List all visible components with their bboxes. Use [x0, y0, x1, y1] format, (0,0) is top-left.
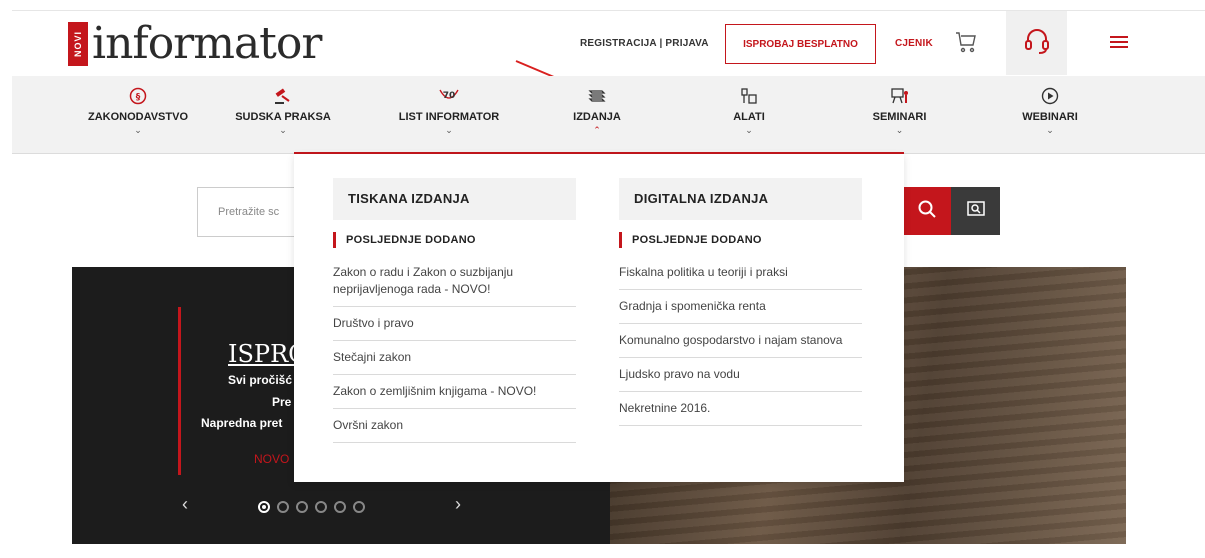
support-button[interactable]: [1006, 11, 1067, 75]
chevron-down-icon: ⌄: [745, 125, 753, 135]
recently-added-heading: POSLJEDNJE DODANO: [619, 232, 862, 248]
print-editions-column: TISKANA IZDANJA POSLJEDNJE DODANO Zakon …: [333, 178, 576, 443]
search-button[interactable]: [903, 187, 951, 235]
chevron-down-icon: ⌄: [279, 125, 287, 135]
pricing-link[interactable]: CJENIK: [895, 38, 933, 49]
carousel-prev-icon[interactable]: ‹: [182, 494, 188, 515]
svg-text:70: 70: [443, 91, 456, 101]
chevron-down-icon: ⌄: [445, 125, 453, 135]
list-item[interactable]: Nekretnine 2016.: [619, 392, 862, 426]
list-item[interactable]: Gradnja i spomenička renta: [619, 290, 862, 324]
nav-label: WEBINARI: [1022, 111, 1078, 123]
try-free-button[interactable]: ISPROBAJ BESPLATNO: [725, 24, 876, 64]
list-item[interactable]: Fiskalna politika u teoriji i praksi: [619, 256, 862, 290]
svg-text:§: §: [136, 93, 141, 103]
anniversary-70-icon: 70: [438, 86, 460, 106]
digital-editions-heading[interactable]: DIGITALNA IZDANJA: [619, 178, 862, 220]
hero-text-line: Svi pročišć: [228, 373, 293, 387]
document-search-icon: [966, 200, 986, 223]
search-input[interactable]: Pretražite sc: [197, 187, 297, 237]
nav-item-list-informator[interactable]: 70 LIST INFORMATOR ⌄: [379, 76, 519, 154]
hamburger-icon[interactable]: [1110, 36, 1128, 50]
list-item[interactable]: Zakon o zemljišnim knjigama - NOVO!: [333, 375, 576, 409]
presenter-icon: [890, 86, 910, 106]
carousel-dot[interactable]: [277, 501, 289, 513]
chevron-down-icon: ⌄: [134, 125, 142, 135]
print-editions-heading[interactable]: TISKANA IZDANJA: [333, 178, 576, 220]
advanced-search-button[interactable]: [951, 187, 1000, 235]
hero-text-line: Napredna pret: [201, 416, 283, 430]
list-item[interactable]: Društvo i pravo: [333, 307, 576, 341]
nav-label: SEMINARI: [872, 111, 927, 123]
hero-text-line: Pre: [272, 395, 292, 409]
cart-icon[interactable]: [955, 30, 977, 54]
chevron-up-icon: ⌃: [593, 125, 601, 135]
main-nav: § ZAKONODAVSTVO ⌄ SUDSKA PRAKSA ⌄ 70 LIS…: [12, 76, 1205, 154]
nav-item-webinari[interactable]: WEBINARI ⌄: [1000, 76, 1100, 154]
carousel-dot[interactable]: [296, 501, 308, 513]
search-icon: [917, 199, 937, 224]
chevron-down-icon: ⌄: [1046, 125, 1054, 135]
books-icon: [588, 86, 606, 106]
paragraph-icon: §: [129, 86, 147, 106]
hero-new-label: NOVO: [254, 452, 290, 466]
nav-label: LIST INFORMATOR: [398, 111, 500, 123]
nav-item-zakonodavstvo[interactable]: § ZAKONODAVSTVO ⌄: [78, 76, 198, 154]
list-item[interactable]: Komunalno gospodarstvo i najam stanova: [619, 324, 862, 358]
izdanja-dropdown: TISKANA IZDANJA POSLJEDNJE DODANO Zakon …: [294, 154, 904, 482]
site-logo[interactable]: NOVI informator: [68, 16, 322, 72]
carousel-next-icon[interactable]: ›: [455, 494, 461, 515]
nav-label: IZDANJA: [573, 111, 621, 123]
hero-accent-bar: [178, 307, 181, 475]
nav-item-alati[interactable]: ALATI ⌄: [699, 76, 799, 154]
carousel-dot[interactable]: [353, 501, 365, 513]
carousel-dot[interactable]: [258, 501, 270, 513]
nav-label: SUDSKA PRAKSA: [235, 111, 331, 123]
carousel-dot[interactable]: [315, 501, 327, 513]
headset-icon: [1024, 27, 1050, 60]
play-icon: [1041, 86, 1059, 106]
nav-label: ALATI: [733, 111, 765, 123]
chevron-down-icon: ⌄: [895, 125, 904, 135]
logo-text: informator: [92, 18, 322, 69]
carousel-dots: [258, 501, 365, 513]
nav-item-sudska-praksa[interactable]: SUDSKA PRAKSA ⌄: [223, 76, 343, 154]
gavel-icon: [273, 86, 293, 106]
list-item[interactable]: Stečajni zakon: [333, 341, 576, 375]
nav-item-izdanja[interactable]: IZDANJA ⌃: [542, 76, 652, 154]
nav-label: ZAKONODAVSTVO: [87, 111, 189, 123]
list-item[interactable]: Zakon o radu i Zakon o suzbijanju neprij…: [333, 256, 576, 307]
recently-added-heading: POSLJEDNJE DODANO: [333, 232, 576, 248]
list-item[interactable]: Ovršni zakon: [333, 409, 576, 443]
tools-icon: [740, 86, 758, 106]
registration-login-link[interactable]: REGISTRACIJA | PRIJAVA: [580, 38, 709, 49]
nav-item-seminari[interactable]: SEMINARI ⌄: [842, 76, 957, 154]
list-item[interactable]: Ljudsko pravo na vodu: [619, 358, 862, 392]
logo-badge: NOVI: [68, 22, 88, 66]
carousel-dot[interactable]: [334, 501, 346, 513]
digital-editions-column: DIGITALNA IZDANJA POSLJEDNJE DODANO Fisk…: [619, 178, 862, 426]
